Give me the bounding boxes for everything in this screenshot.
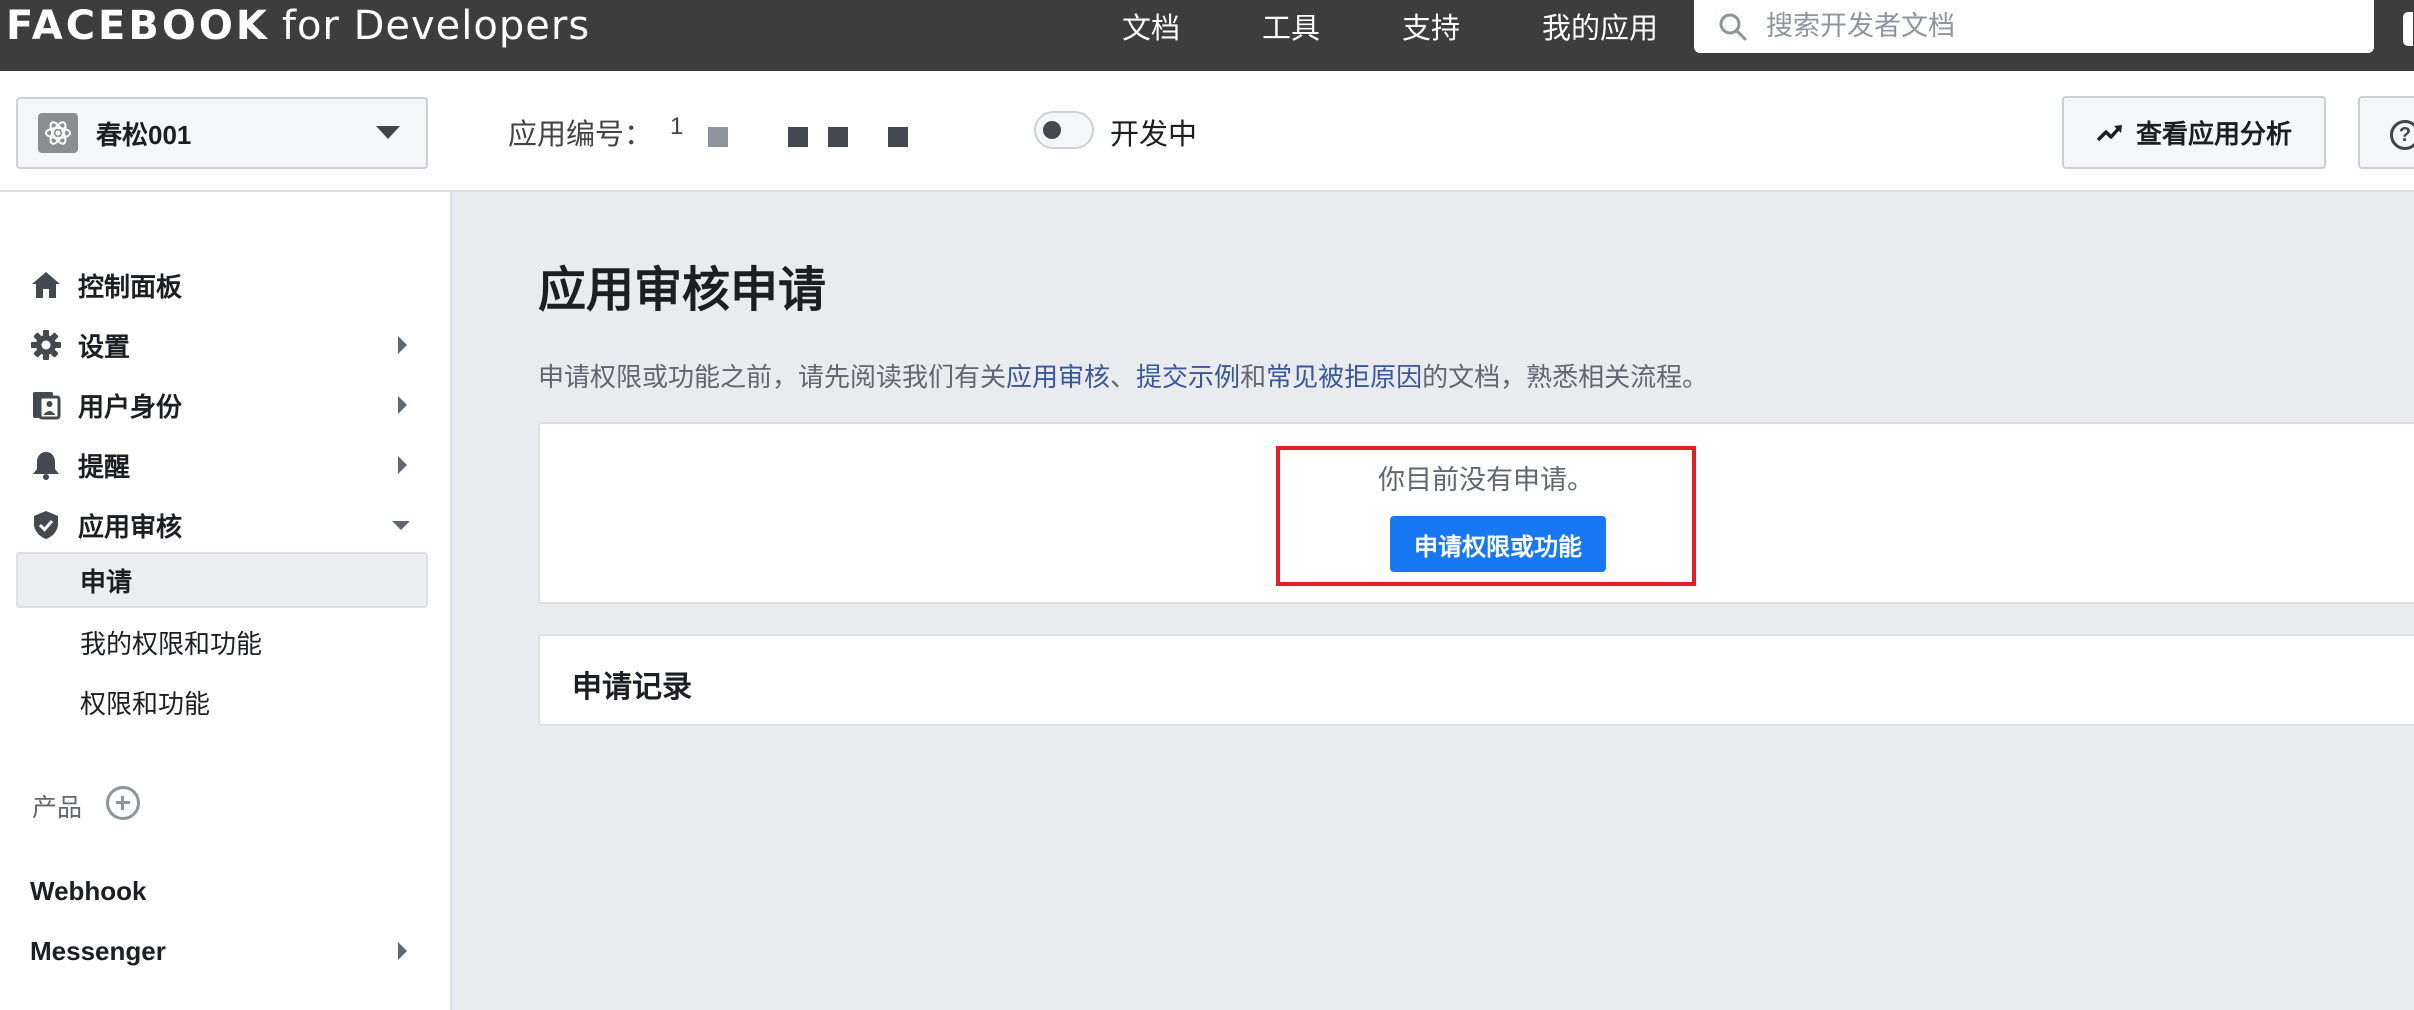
redacted-block [708,127,728,147]
nav-tools[interactable]: 工具 [1262,0,1320,52]
dev-mode-toggle[interactable] [1034,111,1094,149]
sidebar-item-alerts[interactable]: 提醒 [0,438,452,492]
products-section-label: 产品 [32,794,83,822]
toggle-knob [1043,121,1061,139]
gear-icon [30,329,62,361]
intro-separator: 、 [1110,362,1137,392]
nav-my-apps[interactable]: 我的应用 [1542,0,1658,52]
trending-up-icon [2096,124,2122,141]
nav-docs[interactable]: 文档 [1122,0,1180,52]
intro-suffix: 的文档，熟悉相关流程。 [1422,362,1709,392]
view-analytics-label: 查看应用分析 [2135,119,2292,149]
brand-main: FACEBOOK [6,3,270,49]
redacted-block [788,127,808,147]
help-button[interactable]: ? [2358,96,2414,169]
sidebar-item-label: 设置 [78,331,131,362]
sidebar-item-label: 提醒 [78,451,131,482]
intro-and: 和 [1240,362,1267,392]
view-analytics-button[interactable]: 查看应用分析 [2062,96,2326,169]
app-id-value: 1 [670,113,684,140]
empty-state-text: 你目前没有申请。 [1378,465,1594,495]
bell-icon [30,449,62,481]
sidebar-subitem-my-permissions[interactable]: 我的权限和功能 [16,614,428,670]
home-icon [30,269,62,301]
chevron-right-icon [398,396,407,414]
request-history-card[interactable]: 申请记录 [538,634,2414,726]
add-product-icon[interactable] [106,786,140,820]
sidebar-item-label: Webhook [30,875,147,906]
shield-check-icon [30,509,62,541]
chevron-right-icon [398,336,407,354]
chevron-down-icon [376,126,400,139]
sidebar-item-messenger[interactable]: Messenger [0,924,452,978]
link-submission-examples[interactable]: 提交示例 [1136,362,1240,392]
chevron-down-icon [392,520,410,530]
sidebar-subitem-label: 申请 [80,566,133,597]
app-mode-status: 开发中 [1110,119,1198,151]
sidebar-item-label: 控制面板 [78,271,183,302]
intro-text: 申请权限或功能之前，请先阅读我们有关应用审核、提交示例和常见被拒原因的文档，熟悉… [538,357,1708,394]
request-history-title: 申请记录 [572,671,692,704]
brand-sub: for Developers [281,3,591,49]
facebook-developers-logo[interactable]: FACEBOOK for Developers [6,0,590,52]
search-icon [1719,13,1747,40]
sidebar-item-label: Messenger [30,935,166,966]
sidebar-item-label: 用户身份 [78,391,183,422]
search-bar[interactable] [1694,0,2374,53]
intro-prefix: 申请权限或功能之前，请先阅读我们有关 [538,362,1007,392]
link-common-rejections[interactable]: 常见被拒原因 [1266,362,1422,392]
chevron-right-icon [398,456,407,474]
notification-icon[interactable] [2403,12,2413,46]
sidebar-subitem-label: 我的权限和功能 [80,628,263,659]
sidebar-subitem-label: 权限和功能 [80,688,211,719]
app-header: 春松001 应用编号： 1 开发中 查看应用分析 ? [0,71,2414,192]
app-icon [38,113,78,153]
sidebar-subitem-permissions-features[interactable]: 权限和功能 [16,674,428,730]
sidebar: 控制面板 设置 用户身份 提醒 应用审核 申请 我的权限和功能 权限和功能 产品… [0,192,452,1010]
link-app-review[interactable]: 应用审核 [1006,362,1110,392]
chevron-right-icon [398,942,407,960]
redacted-block [888,127,908,147]
sidebar-item-app-review[interactable]: 应用审核 [0,498,452,552]
sidebar-item-label: 应用审核 [78,511,183,542]
app-id-label: 应用编号： [508,119,654,151]
request-permissions-button[interactable]: 申请权限或功能 [1390,516,1606,572]
page-title: 应用审核申请 [538,264,827,317]
help-icon: ? [2390,120,2414,150]
nav-support[interactable]: 支持 [1402,0,1460,52]
search-input[interactable] [1766,11,2326,42]
top-bar: FACEBOOK for Developers 文档 工具 支持 我的应用 [0,0,2414,71]
sidebar-item-user-identity[interactable]: 用户身份 [0,378,452,432]
user-id-icon [30,389,62,421]
app-name: 春松001 [96,119,192,150]
sidebar-item-settings[interactable]: 设置 [0,318,452,372]
app-selector[interactable]: 春松001 [16,97,428,169]
sidebar-subitem-requests[interactable]: 申请 [16,552,428,608]
sidebar-item-webhook[interactable]: Webhook [0,864,452,918]
redacted-block [828,127,848,147]
sidebar-item-dashboard[interactable]: 控制面板 [0,258,452,312]
